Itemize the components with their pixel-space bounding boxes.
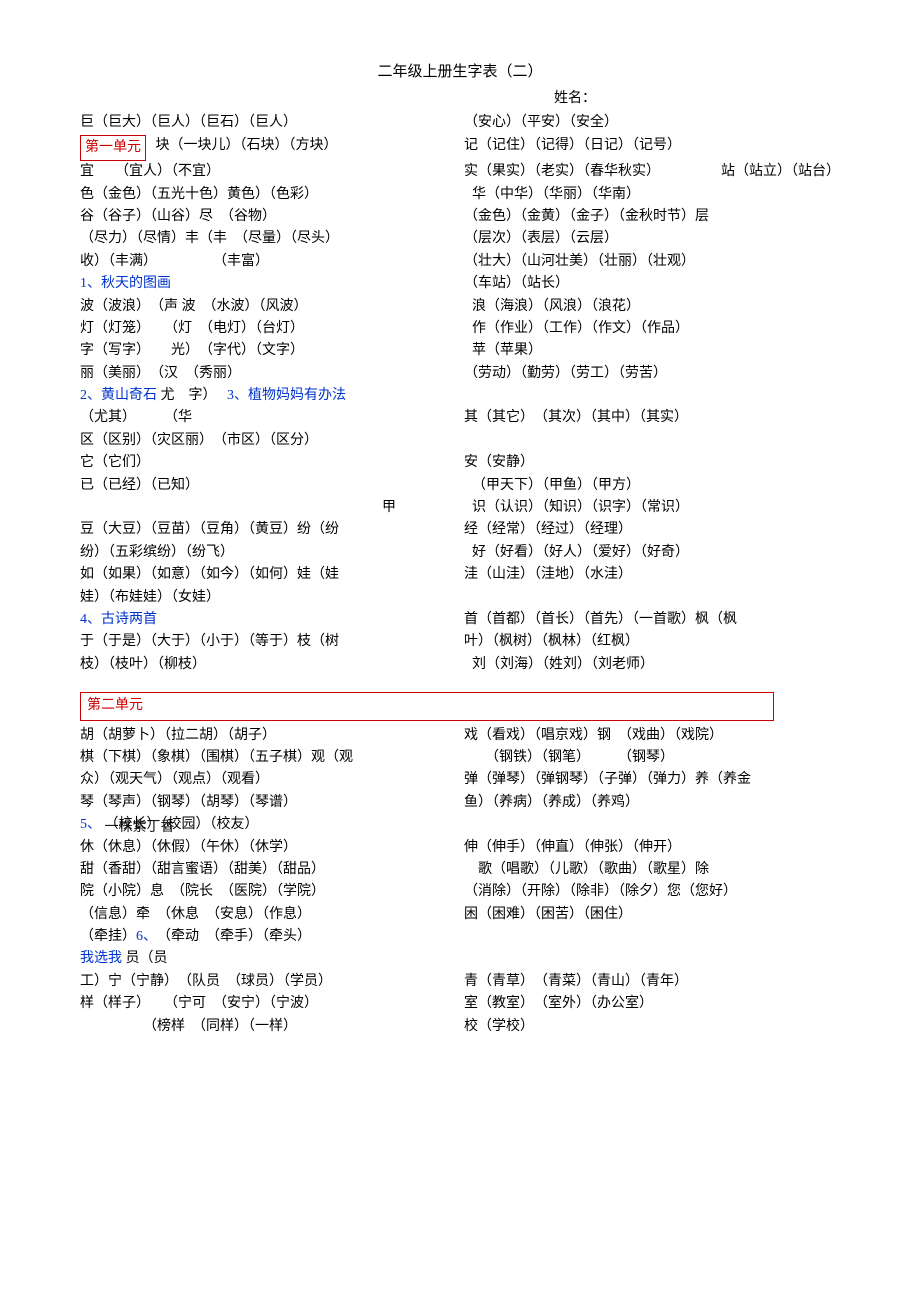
text-line: 困（困难）（困苦）（困住） <box>464 904 840 926</box>
text-line: （牵挂）6、 （牵动 （牵手）（牵头） <box>80 926 456 948</box>
text-line: 安（安静） <box>464 452 840 474</box>
text-line: 块（一块儿）（石块）（方块） <box>156 138 338 153</box>
text-line: （劳动）（勤劳）（劳工）（劳苦） <box>464 363 840 385</box>
text-line: （甲天下）（甲鱼）（甲方） <box>464 475 840 497</box>
text-line: （尽力）（尽情）丰（丰 （尽量）（尽头） <box>80 228 456 250</box>
lesson4-label: 4、古诗两首 <box>80 609 456 631</box>
lesson5-label: 5、 <box>80 817 101 832</box>
text-line: （消除）（开除）（除非）（除夕）您（您好） <box>464 881 840 903</box>
text-line: （钢铁）（钢笔） （钢琴） <box>464 747 840 769</box>
text-line: 工）宁（宁静） （队员 （球员）（学员） <box>80 971 456 993</box>
text-line: （榜样 （同样）（一样） <box>80 1016 456 1038</box>
text-line: 好（好看）（好人）（爱好）（好奇） <box>464 542 840 564</box>
text-line: 谷（谷子）（山谷）尽 （谷物） <box>80 206 456 228</box>
text-line: 员（员 <box>126 951 168 966</box>
text-line: （层次）（表层）（云层） <box>464 228 840 250</box>
text-line: 巨（巨大）（巨人）（巨石）（巨人） <box>80 112 456 134</box>
text-line: 浪（海浪）（风浪）（浪花） <box>464 296 840 318</box>
text-line: 琴（琴声）（钢琴）（胡琴）（琴谱） <box>80 792 456 814</box>
lesson6-label: 我选我 <box>80 951 122 966</box>
text-line: 枝）（枝叶）（柳枝） <box>80 654 456 676</box>
text-line: 青（青草） （青菜）（青山）（青年） <box>464 971 840 993</box>
lesson3-label: 3、植物妈妈有办法 <box>227 388 346 403</box>
unit2-label: 第二单元 <box>80 692 774 720</box>
text-line: 刘（刘海）（姓刘）（刘老师） <box>464 654 840 676</box>
text-line: 它（它们） <box>80 452 456 474</box>
text-line: 华（中华）（华丽）（华南） <box>464 184 840 206</box>
doc-title: 二年级上册生字表（二） <box>80 60 840 84</box>
text-line: （安心）（平安）（安全） <box>464 112 840 134</box>
text-line: （校长）（校园）（校友） <box>105 817 259 832</box>
text-line: （牵动 （牵手）（牵头） <box>150 929 311 944</box>
text-line: 伸（伸手）（伸直）（伸张）（伸开） <box>464 837 840 859</box>
text-line: 豆（大豆）（豆苗）（豆角）（黄豆）纷（纷 <box>80 519 456 541</box>
text-line: 院（小院）息 （院长 （医院）（学院） <box>80 881 456 903</box>
text-line <box>464 430 840 452</box>
text-line: 记（记住）（记得）（日记）（记号） <box>464 135 840 157</box>
text-line: （牵挂） <box>80 929 136 944</box>
text-line: 于（于是）（大于）（小于）（等于）枝（树 <box>80 631 456 653</box>
text-line: 歌（唱歌）（儿歌）（歌曲）（歌星）除 <box>464 859 840 881</box>
text-line: 经（经常）（经过）（经理） <box>464 519 840 541</box>
text-line: 洼（山洼）（洼地）（水洼） <box>464 564 840 586</box>
lesson2-label: 2、黄山奇石 <box>80 388 157 403</box>
text-line: 丽（美丽） （汉 （秀丽） <box>80 363 456 385</box>
lesson1-label: 1、秋天的图画 <box>80 276 171 291</box>
text-line: （金色）（金黄）（金子）（金秋时节）层 <box>464 206 840 228</box>
text-line: 收）（丰满） （丰富） <box>80 251 456 273</box>
text-line: 识（认识）（知识）（识字）（常识） <box>464 497 840 519</box>
text-line: 样（样子） （宁可 （安宁）（宁波） <box>80 993 456 1015</box>
text-line: 灯（灯笼） （灯 （电灯）（台灯） <box>80 318 456 340</box>
text-line: 如（如果）（如意）（如今）（如何）娃（娃 <box>80 564 456 586</box>
text-line: （车站）（站长） <box>464 273 840 295</box>
text-line: 尤 字） <box>161 388 217 403</box>
name-label: 姓名： <box>80 88 840 110</box>
text-line: 其（其它） （其次）（其中）（其实） <box>464 407 840 429</box>
text-line: 站（站立）（站台） <box>721 161 840 183</box>
text-line: 字（写字） 光） （字代）（文字） <box>80 340 456 362</box>
text-line: 甲 <box>80 497 456 519</box>
text-line: 胡（胡萝卜）（拉二胡）（胡子） <box>80 725 456 747</box>
text-line: 作（作业）（工作）（作文）（作品） <box>464 318 840 340</box>
unit1-label: 第一单元 <box>80 135 146 161</box>
text-line: 叶）（枫树）（枫林）（红枫） <box>464 631 840 653</box>
text-line: 众）（观天气）（观点）（观看） <box>80 769 456 791</box>
text-line: 波（波浪） （声 波 （水波）（风波） <box>80 296 456 318</box>
text-line: 色（金色）（五光十色）黄色）（色彩） <box>80 184 456 206</box>
text-line: 鱼）（养病）（养成）（养鸡） <box>464 792 840 814</box>
text-line: 已（已经）（已知） <box>80 475 456 497</box>
text-line: 甜（香甜）（甜言蜜语）（甜美）（甜品） <box>80 859 456 881</box>
text-line: 校（学校） <box>464 1016 840 1038</box>
text-line: 首（首都）（首长）（首先）（一首歌）枫（枫 <box>464 609 840 631</box>
text-line: （壮大）（山河壮美）（壮丽）（壮观） <box>464 251 840 273</box>
text-line: 纷）（五彩缤纷）（纷飞） <box>80 542 456 564</box>
lesson6-inline: 6、 <box>136 929 150 944</box>
text-line: 戏（看戏）（唱京戏）钢 （戏曲）（戏院） <box>464 725 840 747</box>
text-line: 苹（苹果） <box>464 340 840 362</box>
text-line: 区（区别）（灾区丽） （市区）（区分） <box>80 430 456 452</box>
text-line: 弹（弹琴）（弹钢琴）（子弹）（弹力）养（养金 <box>464 769 840 791</box>
text-line: （信息）牵 （休息 （安息）（作息） <box>80 904 456 926</box>
text-line: 实（果实）（老实）（春华秋实） <box>464 161 721 183</box>
text-line: 棋（下棋）（象棋）（围棋）（五子棋）观（观 <box>80 747 456 769</box>
text-line: （尤其） （华 <box>80 407 456 429</box>
text-line: 宜 （宜人）（不宜） <box>80 161 456 183</box>
text-line: 娃）（布娃娃）（女娃） <box>80 587 456 609</box>
text-line: 休（休息）（休假）（午休）（休学） <box>80 837 456 859</box>
text-line: 室（教室） （室外）（办公室） <box>464 993 840 1015</box>
